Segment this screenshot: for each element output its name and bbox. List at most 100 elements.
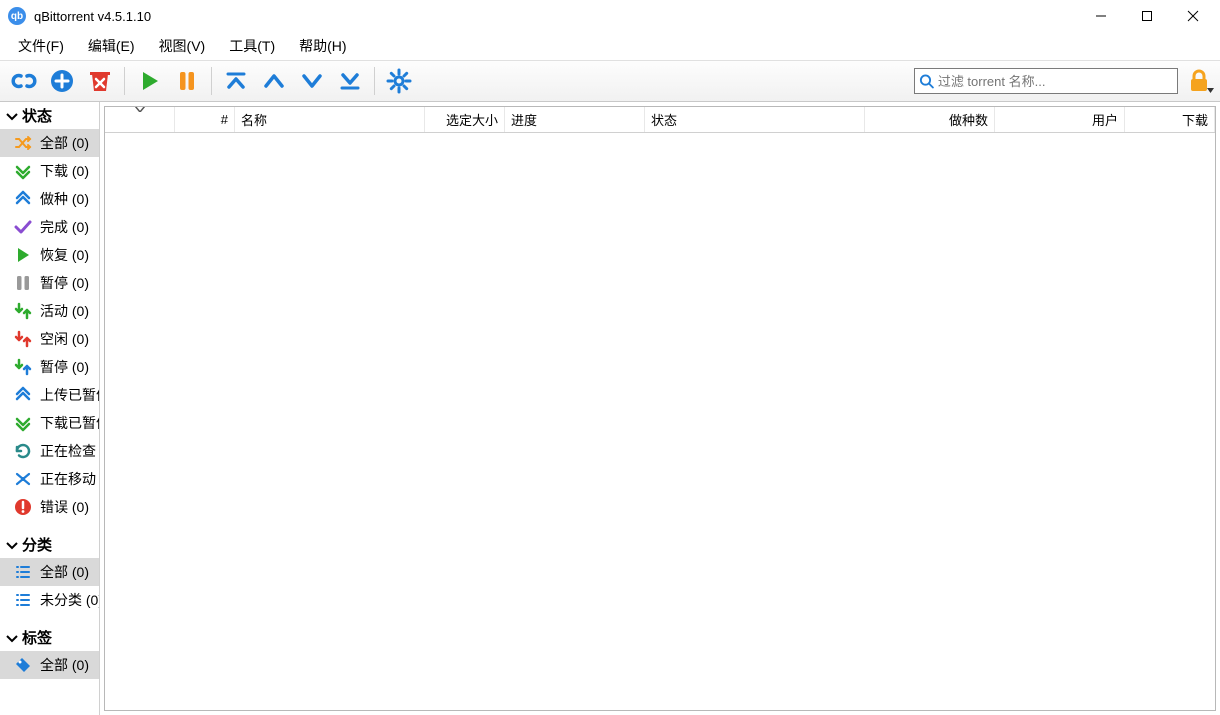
sidebar-item-completed[interactable]: 完成 (0): [0, 213, 99, 241]
sidebar-item-label: 下载 (0): [40, 161, 89, 181]
column-peers[interactable]: 用户: [995, 107, 1125, 132]
move-bottom-button[interactable]: [332, 63, 368, 99]
sidebar-tag-all[interactable]: 全部 (0): [0, 651, 99, 679]
toolbar: [0, 60, 1220, 102]
preferences-button[interactable]: [381, 63, 417, 99]
sidebar-item-paused[interactable]: 暂停 (0): [0, 269, 99, 297]
sidebar-section-categories[interactable]: 分类: [0, 531, 99, 558]
toolbar-separator: [374, 67, 375, 95]
column-label: 做种数: [949, 110, 988, 129]
sidebar-item-label: 上传已暂停 ...: [40, 385, 99, 405]
sidebar-item-label: 未分类 (0): [40, 590, 99, 610]
window-title: qBittorrent v4.5.1.10: [34, 9, 151, 24]
sidebar-item-inactive[interactable]: 空闲 (0): [0, 325, 99, 353]
sidebar-item-label: 活动 (0): [40, 301, 89, 321]
sidebar-item-downloading[interactable]: 下载 (0): [0, 157, 99, 185]
toolbar-separator: [124, 67, 125, 95]
sidebar-item-label: 暂停 (0): [40, 357, 89, 377]
minimize-button[interactable]: [1078, 0, 1124, 32]
sidebar-item-label: 空闲 (0): [40, 329, 89, 349]
sidebar-category-all[interactable]: 全部 (0): [0, 558, 99, 586]
column-label: #: [221, 112, 228, 127]
section-header-label: 状态: [22, 105, 52, 126]
shuffle-icon: [14, 134, 32, 152]
menu-edit[interactable]: 编辑(E): [76, 32, 147, 60]
sidebar-item-moving[interactable]: 正在移动 (0): [0, 465, 99, 493]
menu-tools[interactable]: 工具(T): [217, 32, 287, 60]
sidebar-item-label: 全部 (0): [40, 133, 89, 153]
filter-input[interactable]: [938, 74, 1173, 89]
sidebar-item-label: 下载已暂停 ...: [40, 413, 99, 433]
column-sort-indicator[interactable]: [105, 107, 175, 132]
body-split: 状态 全部 (0) 下载 (0) 做种 (0) 完成 (0) 恢复 (0) 暂停…: [0, 102, 1220, 715]
app-icon: qb: [8, 7, 26, 25]
column-name[interactable]: 名称: [235, 107, 425, 132]
chevron-down-icon: [4, 108, 20, 124]
sidebar-item-stalled[interactable]: 暂停 (0): [0, 353, 99, 381]
move-top-button[interactable]: [218, 63, 254, 99]
section-header-label: 分类: [22, 534, 52, 555]
sidebar-item-seeding[interactable]: 做种 (0): [0, 185, 99, 213]
column-down[interactable]: 下载: [1125, 107, 1215, 132]
add-torrent-file-button[interactable]: [44, 63, 80, 99]
menubar: 文件(F) 编辑(E) 视图(V) 工具(T) 帮助(H): [0, 32, 1220, 60]
move-up-button[interactable]: [256, 63, 292, 99]
sidebar-item-active[interactable]: 活动 (0): [0, 297, 99, 325]
menu-view[interactable]: 视图(V): [147, 32, 218, 60]
menu-help[interactable]: 帮助(H): [287, 32, 358, 60]
download-icon: [14, 162, 32, 180]
column-label: 用户: [1092, 110, 1118, 129]
sidebar-item-label: 暂停 (0): [40, 273, 89, 293]
sidebar-item-label: 恢复 (0): [40, 245, 89, 265]
resume-button[interactable]: [131, 63, 167, 99]
check-icon: [14, 218, 32, 236]
column-size[interactable]: 选定大小: [425, 107, 505, 132]
pause-icon: [14, 274, 32, 292]
sidebar-item-checking[interactable]: 正在检查 (0): [0, 437, 99, 465]
titlebar: qb qBittorrent v4.5.1.10: [0, 0, 1220, 32]
column-seeds[interactable]: 做种数: [865, 107, 995, 132]
stalled-dl-icon: [14, 414, 32, 432]
column-label: 选定大小: [446, 110, 498, 129]
filter-wrapper: [914, 68, 1178, 94]
sidebar-section-status[interactable]: 状态: [0, 102, 99, 129]
refresh-icon: [14, 442, 32, 460]
column-status[interactable]: 状态: [645, 107, 865, 132]
active-icon: [14, 302, 32, 320]
column-progress[interactable]: 进度: [505, 107, 645, 132]
column-label: 状态: [651, 110, 677, 129]
lock-button[interactable]: [1184, 63, 1214, 99]
sidebar-item-stalled-dl[interactable]: 下载已暂停 ...: [0, 409, 99, 437]
chevron-down-icon: [4, 537, 20, 553]
pause-button[interactable]: [169, 63, 205, 99]
column-label: 进度: [511, 110, 537, 129]
delete-torrent-button[interactable]: [82, 63, 118, 99]
chevron-down-icon: [135, 106, 145, 112]
stalled-up-icon: [14, 386, 32, 404]
sidebar-item-all[interactable]: 全部 (0): [0, 129, 99, 157]
list-icon: [14, 591, 32, 609]
close-button[interactable]: [1170, 0, 1216, 32]
column-num[interactable]: #: [175, 107, 235, 132]
sidebar-item-errored[interactable]: 错误 (0): [0, 493, 99, 521]
sidebar-item-label: 做种 (0): [40, 189, 89, 209]
table-header: # 名称 选定大小 进度 状态 做种数 用户 下载: [105, 107, 1215, 133]
torrent-table[interactable]: # 名称 选定大小 进度 状态 做种数 用户 下载: [104, 106, 1216, 711]
sidebar-item-resumed[interactable]: 恢复 (0): [0, 241, 99, 269]
add-torrent-link-button[interactable]: [6, 63, 42, 99]
maximize-button[interactable]: [1124, 0, 1170, 32]
play-icon: [14, 246, 32, 264]
tag-icon: [14, 656, 32, 674]
sidebar: 状态 全部 (0) 下载 (0) 做种 (0) 完成 (0) 恢复 (0) 暂停…: [0, 102, 100, 715]
sidebar-category-uncategorized[interactable]: 未分类 (0): [0, 586, 99, 614]
sidebar-item-stalled-up[interactable]: 上传已暂停 ...: [0, 381, 99, 409]
menu-file[interactable]: 文件(F): [6, 32, 76, 60]
stalled-icon: [14, 358, 32, 376]
inactive-icon: [14, 330, 32, 348]
error-icon: [14, 498, 32, 516]
main-area: # 名称 选定大小 进度 状态 做种数 用户 下载: [100, 102, 1220, 715]
moving-icon: [14, 470, 32, 488]
sidebar-section-tags[interactable]: 标签: [0, 624, 99, 651]
move-down-button[interactable]: [294, 63, 330, 99]
sidebar-item-label: 错误 (0): [40, 497, 89, 517]
